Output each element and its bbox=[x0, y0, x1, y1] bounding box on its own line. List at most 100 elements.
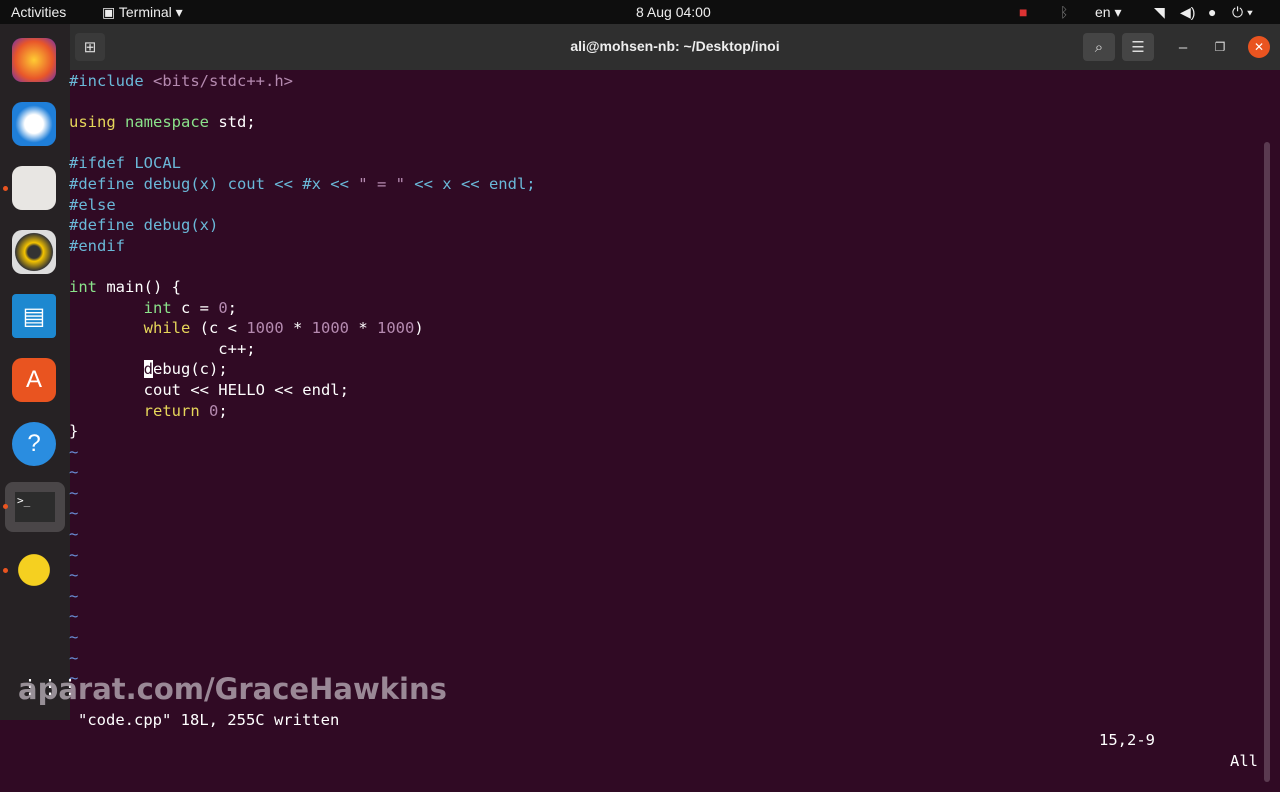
dock: ▤ A ? >_ ⋮⋮⋮ bbox=[0, 24, 80, 720]
code-token: ; bbox=[218, 401, 228, 420]
libreoffice-writer-icon[interactable]: ▤ bbox=[12, 294, 56, 338]
code-token: << x << endl; bbox=[404, 174, 536, 193]
scrollbar[interactable] bbox=[1264, 142, 1270, 782]
code-buffer[interactable]: #include <bits/stdc++.h> using namespace … bbox=[69, 71, 536, 689]
volume-icon[interactable]: ◀) bbox=[1180, 4, 1195, 21]
activities-button[interactable]: Activities bbox=[11, 4, 66, 20]
code-token: ; bbox=[227, 298, 238, 317]
code-token: 1000 bbox=[376, 319, 415, 338]
empty-line-tilde: ~ bbox=[69, 463, 79, 482]
empty-line-tilde: ~ bbox=[69, 566, 79, 585]
language-menu[interactable]: en ▾ bbox=[1095, 4, 1122, 21]
code-token: c++; bbox=[69, 339, 256, 358]
running-indicator bbox=[3, 568, 8, 573]
code-token: (c < bbox=[190, 319, 247, 338]
code-token: * bbox=[283, 319, 312, 338]
code-token: 1000 bbox=[311, 319, 349, 338]
thunderbird-icon[interactable] bbox=[12, 102, 56, 146]
empty-line-tilde: ~ bbox=[69, 607, 79, 626]
code-line: #else bbox=[69, 195, 536, 216]
code-line: } bbox=[69, 421, 536, 442]
clock[interactable]: 8 Aug 04:00 bbox=[636, 4, 711, 20]
teapot-icon[interactable] bbox=[12, 548, 56, 592]
empty-line-tilde: ~ bbox=[69, 586, 79, 605]
code-token: namespace bbox=[125, 113, 210, 132]
code-line: int main() { bbox=[69, 277, 536, 298]
window-titlebar: ⊞ ali@mohsen-nb: ~/Desktop/inoi ⌕ ☰ – ❐ … bbox=[70, 24, 1280, 70]
code-token: while bbox=[143, 319, 191, 338]
top-bar: Activities ▣ Terminal ▾ 8 Aug 04:00 ■ ᛒ … bbox=[0, 0, 1280, 24]
app-center-icon[interactable]: A bbox=[12, 358, 56, 402]
code-token: int bbox=[143, 298, 172, 317]
running-indicator bbox=[3, 504, 8, 509]
app-menu[interactable]: ▣ Terminal ▾ bbox=[102, 4, 183, 21]
code-token: 0 bbox=[218, 298, 228, 317]
scroll-position: All bbox=[1230, 751, 1258, 770]
code-line: #define debug(x) cout << #x << " = " << … bbox=[69, 174, 536, 195]
code-line: #endif bbox=[69, 236, 536, 257]
code-token: c = bbox=[171, 298, 219, 317]
bluetooth-icon[interactable]: ᛒ bbox=[1060, 4, 1068, 20]
code-token: * bbox=[348, 319, 377, 338]
code-token: return bbox=[143, 401, 200, 420]
code-token: #include bbox=[69, 72, 153, 90]
code-token: std; bbox=[209, 113, 256, 132]
menu-button[interactable]: ☰ bbox=[1122, 33, 1154, 61]
code-token: #ifdef LOCAL bbox=[69, 154, 181, 173]
code-line: while (c < 1000 * 1000 * 1000) bbox=[69, 318, 536, 339]
rhythmbox-icon[interactable] bbox=[12, 230, 56, 274]
terminal-icon[interactable]: >_ bbox=[5, 482, 65, 532]
code-line: #define debug(x) bbox=[69, 215, 536, 236]
empty-line-tilde: ~ bbox=[69, 545, 79, 564]
code-line: using namespace std; bbox=[69, 112, 536, 133]
code-token: #endif bbox=[69, 236, 125, 255]
terminal-vim[interactable]: #include <bits/stdc++.h> using namespace … bbox=[69, 70, 1270, 782]
code-line: #ifdef LOCAL bbox=[69, 153, 536, 174]
code-token: main() { bbox=[97, 277, 181, 296]
firefox-icon[interactable] bbox=[12, 38, 56, 82]
cursor-position: 15,2-9 bbox=[1099, 731, 1155, 750]
empty-line-tilde: ~ bbox=[69, 648, 79, 667]
code-line: return 0; bbox=[69, 401, 536, 422]
microphone-icon[interactable]: ● bbox=[1208, 4, 1216, 20]
empty-line-tilde: ~ bbox=[69, 504, 79, 523]
code-line: c++; bbox=[69, 339, 536, 360]
close-button[interactable]: ✕ bbox=[1248, 36, 1270, 58]
code-line: int c = 0; bbox=[69, 298, 536, 319]
empty-line-tilde: ~ bbox=[69, 442, 79, 461]
wifi-icon[interactable]: ◥ bbox=[1154, 4, 1165, 21]
code-token: ebug(c); bbox=[153, 360, 228, 379]
empty-line-tilde: ~ bbox=[69, 483, 79, 502]
code-token: 1000 bbox=[246, 319, 284, 338]
running-indicator bbox=[3, 186, 8, 191]
maximize-button[interactable]: ❐ bbox=[1204, 33, 1236, 61]
empty-line-tilde: ~ bbox=[69, 525, 79, 544]
code-line: cout << HELLO << endl; bbox=[69, 380, 536, 401]
code-line: debug(c); bbox=[69, 359, 536, 380]
watermark: aparat.com/GraceHawkins bbox=[18, 672, 447, 706]
code-token: int bbox=[69, 277, 97, 296]
power-icon[interactable]: ⏻ ▾ bbox=[1232, 4, 1253, 21]
code-token: #else bbox=[69, 195, 116, 214]
minimize-button[interactable]: – bbox=[1167, 33, 1199, 61]
code-token: ) bbox=[414, 319, 424, 338]
code-line: #include <bits/stdc++.h> bbox=[69, 71, 536, 92]
empty-line-tilde: ~ bbox=[69, 628, 79, 647]
search-button[interactable]: ⌕ bbox=[1083, 33, 1115, 61]
files-icon[interactable] bbox=[12, 166, 56, 210]
screen-record-icon[interactable]: ■ bbox=[1019, 4, 1027, 20]
code-token: #define debug(x) cout << #x << bbox=[69, 174, 359, 193]
code-token: using bbox=[69, 113, 116, 132]
code-token: " = " bbox=[358, 174, 405, 193]
code-token: #define debug(x) bbox=[69, 216, 219, 235]
text-cursor: d bbox=[143, 360, 153, 379]
terminal-icon: ▣ bbox=[102, 4, 119, 20]
help-icon[interactable]: ? bbox=[12, 422, 56, 466]
